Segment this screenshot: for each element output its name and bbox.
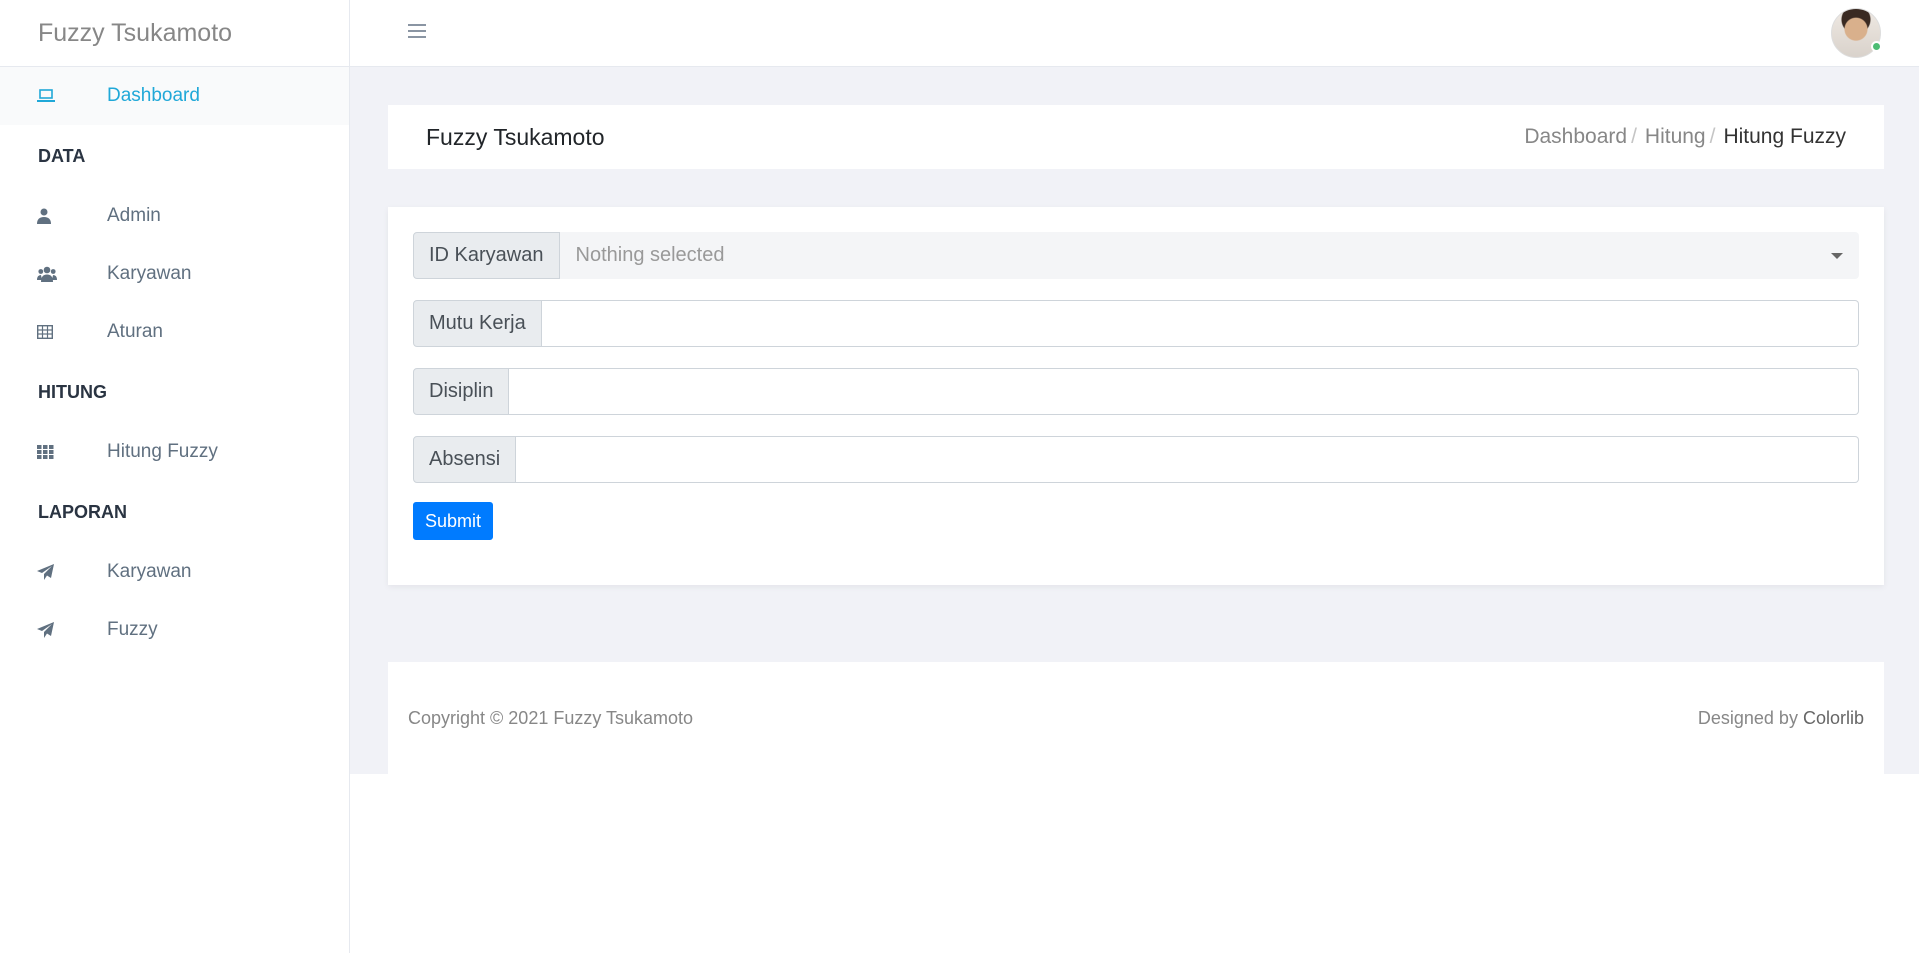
breadcrumb-dashboard[interactable]: Dashboard [1524, 125, 1627, 149]
id-karyawan-label: ID Karyawan [413, 232, 560, 279]
sidebar-item-karyawan[interactable]: Karyawan [0, 245, 349, 303]
laptop-icon [37, 89, 107, 103]
breadcrumb-hitung[interactable]: Hitung [1645, 125, 1706, 149]
page-title: Fuzzy Tsukamoto [426, 123, 605, 150]
sidebar-item-aturan[interactable]: Aturan [0, 303, 349, 361]
main-content: Fuzzy Tsukamoto Dashboard / Hitung / Hit… [350, 67, 1919, 774]
paper-plane-icon [37, 622, 107, 638]
breadcrumb-current: Hitung Fuzzy [1723, 125, 1846, 148]
id-karyawan-select[interactable]: Nothing selected [559, 232, 1859, 279]
sidebar-item-laporan-karyawan[interactable]: Karyawan [0, 543, 349, 601]
grid-icon [37, 445, 107, 459]
absensi-group: Absensi [413, 436, 1859, 483]
sidebar-section-title: DATA [38, 145, 86, 166]
disiplin-label: Disiplin [413, 368, 510, 415]
sidebar-item-dashboard[interactable]: Dashboard [0, 67, 349, 125]
users-icon [37, 266, 107, 282]
sidebar-item-label: Karyawan [107, 263, 192, 284]
online-status-indicator [1871, 41, 1882, 52]
disiplin-input[interactable] [509, 368, 1859, 415]
chevron-down-icon [1831, 252, 1843, 259]
sidebar-item-admin[interactable]: Admin [0, 187, 349, 245]
sidebar: Fuzzy Tsukamoto Dashboard DATA Admin Kar… [0, 0, 350, 953]
absensi-input[interactable] [516, 436, 1859, 483]
avatar[interactable] [1831, 8, 1882, 58]
breadcrumb-separator: / [1631, 125, 1637, 148]
absensi-label: Absensi [413, 436, 517, 483]
footer-copyright: Copyright © 2021 Fuzzy Tsukamoto [408, 707, 694, 728]
topbar [350, 0, 1919, 67]
sidebar-item-label: Admin [107, 205, 161, 226]
sidebar-section-title: LAPORAN [38, 501, 127, 522]
breadcrumb-separator: / [1709, 125, 1716, 148]
sidebar-item-label: Dashboard [107, 85, 200, 106]
breadcrumb: Dashboard / Hitung / Hitung Fuzzy [1524, 125, 1846, 149]
app: Fuzzy Tsukamoto Dashboard DATA Admin Kar… [0, 0, 1919, 953]
id-karyawan-group: ID Karyawan Nothing selected [413, 232, 1859, 279]
disiplin-group: Disiplin [413, 368, 1859, 415]
paper-plane-icon [37, 564, 107, 580]
id-karyawan-selected-value: Nothing selected [575, 244, 725, 266]
user-icon [37, 208, 107, 224]
brand-title[interactable]: Fuzzy Tsukamoto [0, 0, 349, 67]
sidebar-section-title: HITUNG [38, 381, 107, 402]
sidebar-item-label: Karyawan [107, 561, 192, 582]
footer-designer-link[interactable]: Colorlib [1803, 708, 1864, 728]
hamburger-icon[interactable] [408, 24, 426, 42]
footer: Copyright © 2021 Fuzzy Tsukamoto Designe… [388, 662, 1884, 774]
sidebar-item-laporan-fuzzy[interactable]: Fuzzy [0, 601, 349, 659]
sidebar-item-label: Aturan [107, 321, 163, 342]
table-icon [37, 325, 107, 339]
footer-credit: Designed by Colorlib [1698, 708, 1864, 729]
mutu-kerja-group: Mutu Kerja [413, 300, 1859, 347]
page-bottom-area [350, 774, 1919, 953]
sidebar-item-label: Hitung Fuzzy [107, 441, 218, 462]
mutu-kerja-input[interactable] [541, 300, 1859, 347]
submit-button[interactable]: Submit [413, 502, 494, 540]
fuzzy-form-card: ID Karyawan Nothing selected Mutu Kerja … [388, 207, 1884, 585]
sidebar-item-hitung-fuzzy[interactable]: Hitung Fuzzy [0, 423, 349, 481]
mutu-kerja-label: Mutu Kerja [413, 300, 542, 347]
page-header: Fuzzy Tsukamoto Dashboard / Hitung / Hit… [388, 105, 1884, 169]
footer-designed-by: Designed by [1697, 707, 1798, 728]
sidebar-item-label: Fuzzy [107, 619, 158, 640]
